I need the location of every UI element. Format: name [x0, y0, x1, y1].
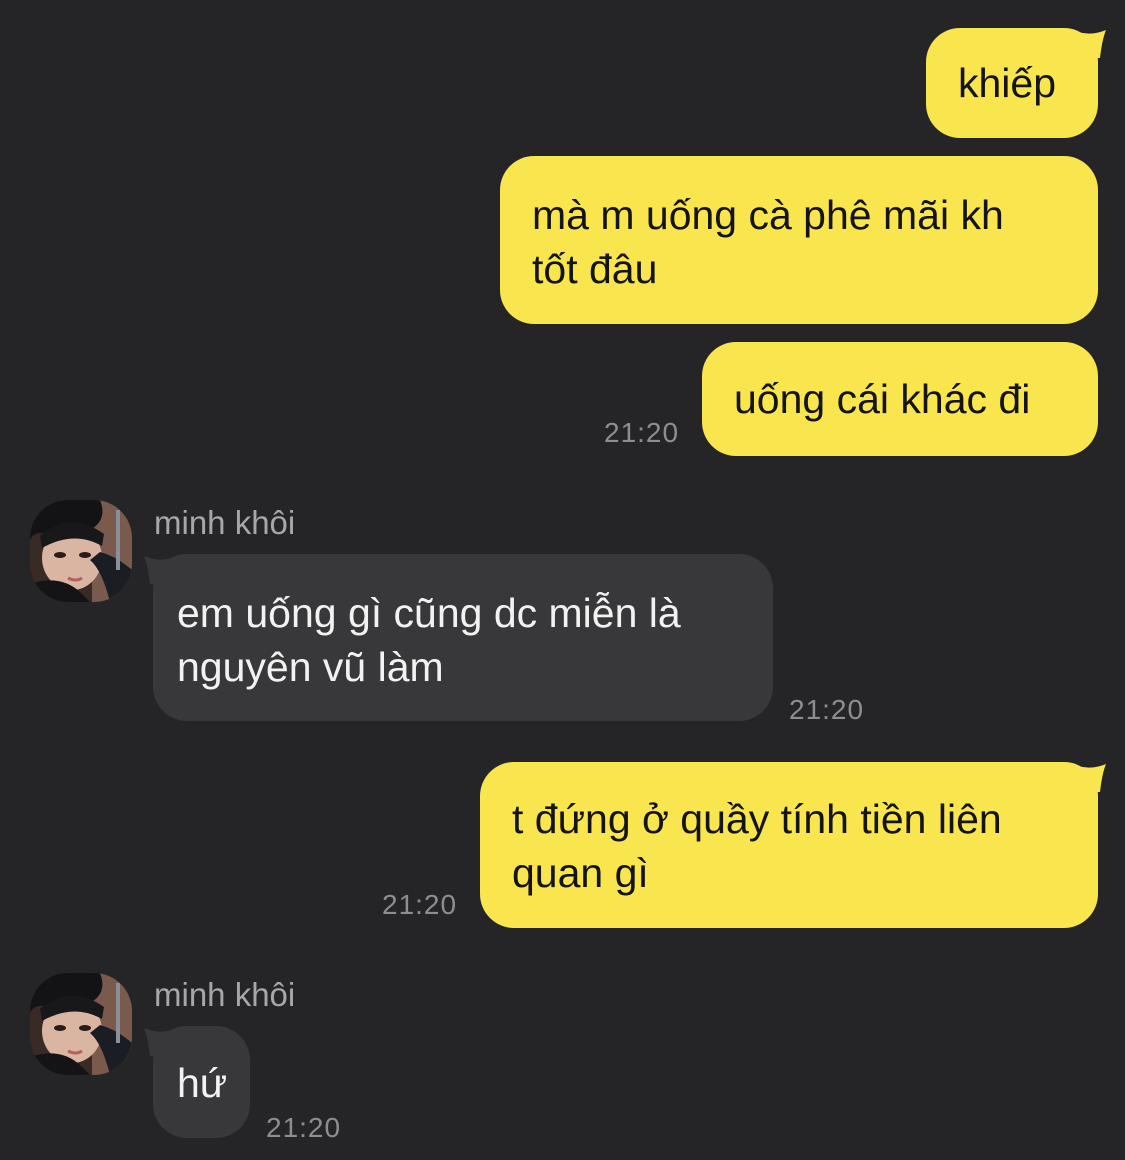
avatar-photo-icon: [30, 973, 132, 1075]
message-text: mà m uống cà phê mãi kh tốt đâu: [532, 192, 1004, 292]
chat-thread: khiếp mà m uống cà phê mãi kh tốt đâu uố…: [0, 0, 1125, 1160]
message-text: khiếp: [958, 60, 1057, 106]
message-text: hứ: [177, 1060, 228, 1106]
message-bubble-incoming[interactable]: hứ: [153, 1026, 250, 1138]
message-bubble-incoming[interactable]: em uống gì cũng dc miễn là nguyên vũ làm: [153, 554, 773, 721]
message-text: uống cái khác đi: [734, 376, 1031, 422]
sender-name: minh khôi: [154, 504, 296, 541]
message-timestamp: 21:20: [266, 1112, 342, 1143]
avatar-photo-icon: [30, 500, 132, 602]
contact-avatar[interactable]: [30, 500, 132, 602]
message-timestamp: 21:20: [604, 417, 680, 448]
bubble-tail-icon: [1078, 764, 1106, 792]
message-bubble-outgoing[interactable]: khiếp: [926, 28, 1098, 138]
message-bubble-outgoing[interactable]: t đứng ở quầy tính tiền liên quan gì: [480, 762, 1098, 928]
sender-name: minh khôi: [154, 976, 296, 1013]
message-text: t đứng ở quầy tính tiền liên quan gì: [512, 796, 1002, 896]
message-timestamp: 21:20: [382, 889, 458, 920]
message-bubble-outgoing[interactable]: mà m uống cà phê mãi kh tốt đâu: [500, 156, 1098, 324]
bubble-tail-icon: [1078, 30, 1106, 58]
message-bubble-outgoing[interactable]: uống cái khác đi: [702, 342, 1098, 456]
contact-avatar[interactable]: [30, 973, 132, 1075]
message-timestamp: 21:20: [789, 694, 865, 725]
message-text: em uống gì cũng dc miễn là nguyên vũ làm: [177, 590, 681, 690]
